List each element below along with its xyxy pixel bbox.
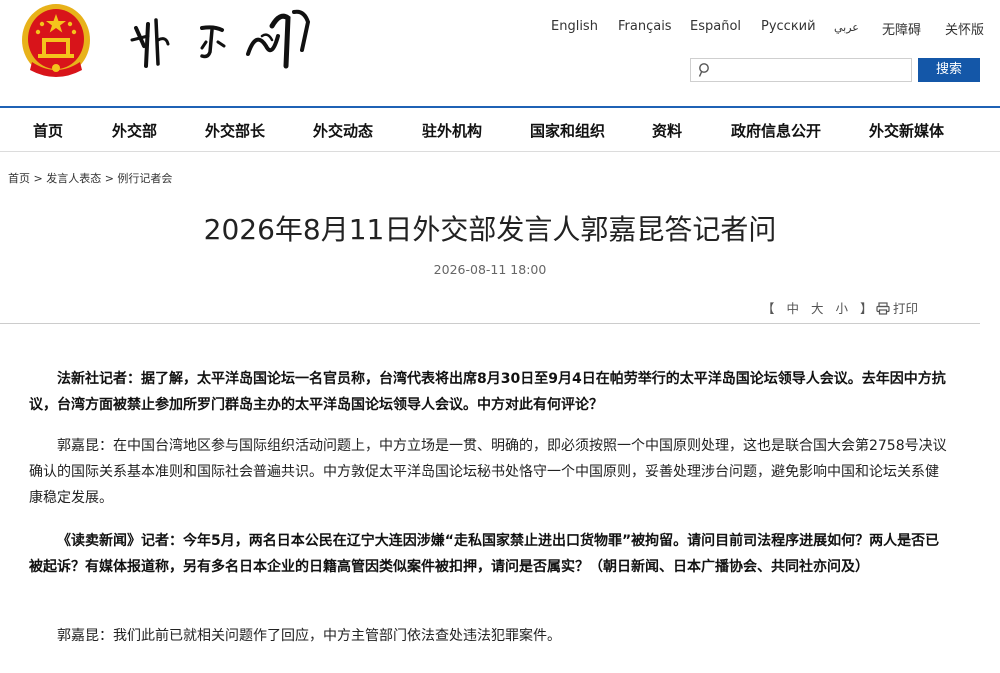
font-size-large[interactable]: 大 [811, 301, 824, 316]
publish-date: 2026-08-11 18:00 [433, 262, 547, 277]
print-label: 打印 [893, 301, 919, 316]
answer-paragraph-1: 郭嘉昆：在中国台湾地区参与国际组织活动问题上，中方立场是一贯、明确的，即必须按照… [29, 438, 947, 506]
nav-gov-info-disclosure[interactable]: 政府信息公开 [731, 120, 821, 141]
search-input[interactable] [715, 61, 909, 81]
printer-icon [876, 302, 890, 315]
font-size-medium[interactable]: 中 [787, 301, 800, 316]
lang-french-link[interactable]: Français [618, 19, 672, 34]
lang-arabic-link[interactable]: عربي [834, 21, 859, 34]
lang-english-link[interactable]: English [551, 19, 598, 34]
question-paragraph-2: 《读卖新闻》记者：今年5月，两名日本公民在辽宁大连因涉嫌“走私国家禁止进出口货物… [29, 533, 940, 575]
answer-paragraph-2: 郭嘉昆：我们此前已就相关问题作了回应，中方主管部门依法查处违法犯罪案件。 [57, 628, 561, 644]
nav-resources[interactable]: 资料 [652, 120, 682, 141]
nav-diplomatic-news[interactable]: 外交动态 [313, 120, 373, 141]
bracket-close: 】 [860, 301, 873, 316]
font-size-controls: 【 中 大 小 】 [762, 298, 881, 317]
nav-missions-abroad[interactable]: 驻外机构 [422, 120, 482, 141]
nav-home[interactable]: 首页 [33, 120, 63, 141]
nav-new-media[interactable]: 外交新媒体 [869, 120, 944, 141]
nav-ministry[interactable]: 外交部 [112, 120, 157, 141]
nav-countries-regions[interactable]: 国家和组织 [530, 120, 605, 141]
ministry-calligraphy-logo[interactable] [122, 6, 322, 78]
lang-russian-link[interactable]: Русский [761, 19, 816, 34]
font-size-small[interactable]: 小 [836, 301, 849, 316]
national-emblem-logo[interactable] [20, 2, 92, 80]
site-header: English Français Español Русский عربي 无障… [0, 0, 1000, 105]
breadcrumb[interactable]: 首页 > 发言人表态 > 例行记者会 [8, 170, 172, 186]
accessibility-link[interactable]: 无障碍 [882, 19, 921, 38]
page-title: 2026年8月11日外交部发言人郭嘉昆答记者问 [203, 213, 777, 246]
search-button[interactable]: 搜索 [918, 58, 980, 82]
question-paragraph-1: 法新社记者：据了解，太平洋岛国论坛一名官员称，台湾代表将出席8月30日至9月4日… [29, 371, 946, 413]
search-box [690, 58, 912, 82]
nav-minister[interactable]: 外交部长 [205, 120, 265, 141]
print-button[interactable]: 打印 [876, 298, 918, 317]
main-nav: 首页 外交部 外交部长 外交动态 驻外机构 国家和组织 资料 政府信息公开 外交… [0, 106, 1000, 152]
elder-care-mode-link[interactable]: 关怀版 [945, 19, 984, 38]
bracket-open: 【 [762, 301, 775, 316]
content-divider [0, 323, 980, 324]
lang-spanish-link[interactable]: Español [690, 19, 741, 34]
search-icon [698, 63, 709, 77]
